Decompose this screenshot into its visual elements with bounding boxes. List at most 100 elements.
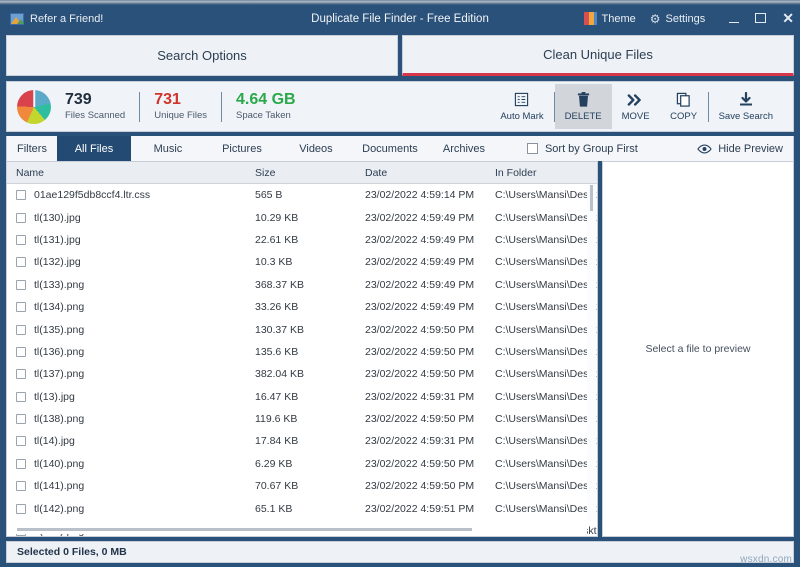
- filter-tab-documents[interactable]: Documents: [353, 136, 427, 161]
- row-checkbox[interactable]: [16, 213, 26, 223]
- table-row[interactable]: tl(130).jpg10.29 KB23/02/2022 4:59:49 PM…: [7, 206, 597, 228]
- cell-size: 10.3 KB: [255, 256, 365, 268]
- cell-name: tl(132).jpg: [7, 256, 255, 268]
- cell-name: tl(130).jpg: [7, 212, 255, 224]
- filter-tab-all-files[interactable]: All Files: [57, 136, 131, 161]
- file-name-label: tl(140).png: [34, 458, 84, 470]
- table-row[interactable]: tl(14).jpg17.84 KB23/02/2022 4:59:31 PMC…: [7, 430, 597, 452]
- stat-unique-files-value: 731: [154, 92, 207, 109]
- stat-unique-files-label: Unique Files: [154, 110, 207, 121]
- table-row[interactable]: tl(140).png6.29 KB23/02/2022 4:59:50 PMC…: [7, 453, 597, 475]
- cell-size: 368.37 KB: [255, 279, 365, 291]
- filter-tab-music[interactable]: Music: [131, 136, 205, 161]
- table-row[interactable]: tl(138).png119.6 KB23/02/2022 4:59:50 PM…: [7, 408, 597, 430]
- row-checkbox[interactable]: [16, 481, 26, 491]
- checkbox-box[interactable]: [527, 143, 538, 154]
- row-checkbox[interactable]: [16, 302, 26, 312]
- cell-name: tl(135).png: [7, 324, 255, 336]
- row-checkbox[interactable]: [16, 347, 26, 357]
- cell-name: tl(14).jpg: [7, 435, 255, 447]
- column-header-date[interactable]: Date: [365, 167, 495, 179]
- file-table-body: 01ae129f5db8ccf4.ltr.css565 B23/02/2022 …: [7, 184, 597, 536]
- cell-in-folder: C:\Users\Mansi\Desktop\MaM: [495, 391, 597, 403]
- settings-button[interactable]: ⚙ Settings: [650, 13, 706, 25]
- column-header-in-folder[interactable]: In Folder: [495, 167, 597, 179]
- row-checkbox[interactable]: [16, 436, 26, 446]
- cell-size: 119.6 KB: [255, 413, 365, 425]
- hide-preview-label: Hide Preview: [718, 143, 783, 155]
- cell-in-folder: C:\Users\Mansi\Desktop\MaM: [495, 234, 597, 246]
- row-checkbox[interactable]: [16, 325, 26, 335]
- cell-size: 135.6 KB: [255, 346, 365, 358]
- filter-tab-videos[interactable]: Videos: [279, 136, 353, 161]
- cell-size: 22.61 KB: [255, 234, 365, 246]
- title-bar: Refer a Friend! Duplicate File Finder - …: [0, 5, 800, 32]
- table-row[interactable]: tl(135).png130.37 KB23/02/2022 4:59:50 P…: [7, 318, 597, 340]
- hide-preview-button[interactable]: Hide Preview: [697, 143, 793, 155]
- cell-size: 130.37 KB: [255, 324, 365, 336]
- move-button[interactable]: MOVE: [612, 84, 660, 129]
- tab-clean-unique-files[interactable]: Clean Unique Files: [402, 35, 794, 76]
- filter-tab-archives[interactable]: Archives: [427, 136, 501, 161]
- cell-size: 16.47 KB: [255, 391, 365, 403]
- row-checkbox[interactable]: [16, 369, 26, 379]
- row-checkbox[interactable]: [16, 190, 26, 200]
- app-window: Refer a Friend! Duplicate File Finder - …: [0, 0, 800, 567]
- table-row[interactable]: tl(132).jpg10.3 KB23/02/2022 4:59:49 PMC…: [7, 251, 597, 273]
- stat-files-scanned-label: Files Scanned: [65, 110, 125, 121]
- delete-button[interactable]: DELETE: [555, 84, 612, 129]
- sort-by-group-first-checkbox[interactable]: Sort by Group First: [527, 143, 638, 155]
- table-row[interactable]: tl(141).png70.67 KB23/02/2022 4:59:50 PM…: [7, 475, 597, 497]
- auto-mark-button[interactable]: Auto Mark: [490, 84, 553, 129]
- row-checkbox[interactable]: [16, 459, 26, 469]
- divider: [139, 92, 140, 122]
- download-save-icon: [738, 91, 754, 108]
- table-row[interactable]: tl(13).jpg16.47 KB23/02/2022 4:59:31 PMC…: [7, 386, 597, 408]
- cell-name: tl(140).png: [7, 458, 255, 470]
- row-checkbox[interactable]: [16, 257, 26, 267]
- filter-tab-pictures-label: Pictures: [222, 143, 262, 155]
- row-checkbox[interactable]: [16, 414, 26, 424]
- table-row[interactable]: tl(136).png135.6 KB23/02/2022 4:59:50 PM…: [7, 341, 597, 363]
- table-row[interactable]: tl(142).png65.1 KB23/02/2022 4:59:51 PMC…: [7, 497, 597, 519]
- preview-panel: Select a file to preview: [602, 161, 794, 537]
- save-search-button[interactable]: Save Search: [709, 84, 783, 129]
- trash-icon: [576, 91, 591, 108]
- tab-search-options[interactable]: Search Options: [6, 35, 398, 76]
- table-row[interactable]: 01ae129f5db8ccf4.ltr.css565 B23/02/2022 …: [7, 184, 597, 206]
- file-name-label: tl(142).png: [34, 503, 84, 515]
- cell-name: tl(134).png: [7, 301, 255, 313]
- cell-date: 23/02/2022 4:59:50 PM: [365, 346, 495, 358]
- table-row[interactable]: tl(133).png368.37 KB23/02/2022 4:59:49 P…: [7, 274, 597, 296]
- cell-name: tl(138).png: [7, 413, 255, 425]
- vertical-scrollbar-thumb[interactable]: [590, 185, 593, 211]
- column-header-size[interactable]: Size: [255, 167, 365, 179]
- table-row[interactable]: tl(131).jpg22.61 KB23/02/2022 4:59:49 PM…: [7, 229, 597, 251]
- row-checkbox[interactable]: [16, 235, 26, 245]
- gear-icon: ⚙: [650, 13, 661, 25]
- horizontal-scrollbar[interactable]: [7, 525, 587, 534]
- copy-button[interactable]: COPY: [660, 84, 708, 129]
- vertical-scrollbar[interactable]: [587, 185, 596, 522]
- status-bar-text: Selected 0 Files, 0 MB: [17, 546, 127, 558]
- cell-name: tl(137).png: [7, 368, 255, 380]
- row-checkbox[interactable]: [16, 280, 26, 290]
- move-label: MOVE: [622, 111, 650, 122]
- cell-name: tl(131).jpg: [7, 234, 255, 246]
- stat-files-scanned: 739 Files Scanned: [51, 92, 139, 122]
- filter-tab-all-files-label: All Files: [75, 143, 114, 155]
- table-row[interactable]: tl(134).png33.26 KB23/02/2022 4:59:49 PM…: [7, 296, 597, 318]
- maximize-icon[interactable]: [755, 12, 766, 26]
- cell-in-folder: C:\Users\Mansi\Desktop\MaM: [495, 435, 597, 447]
- table-header-row: Name Size Date In Folder: [7, 162, 597, 184]
- theme-button[interactable]: Theme: [584, 12, 636, 25]
- horizontal-scrollbar-thumb[interactable]: [17, 528, 472, 531]
- refer-a-friend-button[interactable]: Refer a Friend!: [10, 13, 103, 25]
- close-icon[interactable]: ✕: [782, 10, 794, 27]
- minimize-icon[interactable]: [729, 12, 739, 26]
- column-header-name[interactable]: Name: [7, 167, 255, 179]
- filter-tab-pictures[interactable]: Pictures: [205, 136, 279, 161]
- row-checkbox[interactable]: [16, 504, 26, 514]
- table-row[interactable]: tl(137).png382.04 KB23/02/2022 4:59:50 P…: [7, 363, 597, 385]
- row-checkbox[interactable]: [16, 392, 26, 402]
